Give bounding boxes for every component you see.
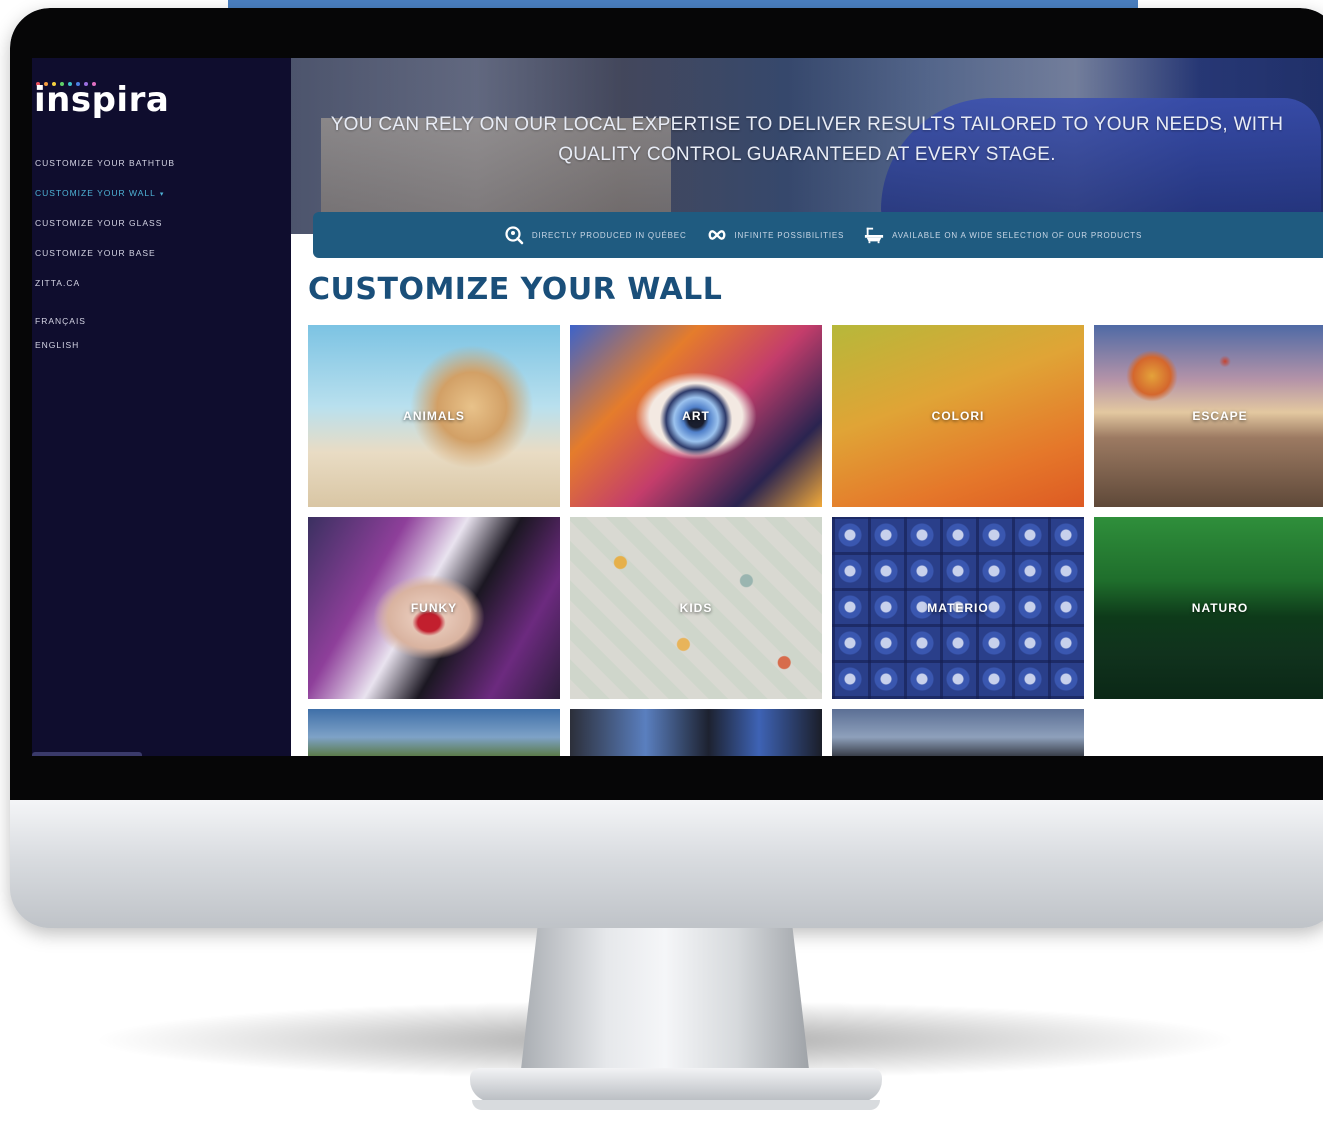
category-label: COLORI <box>931 409 985 423</box>
nav-item-glass[interactable]: CUSTOMIZE YOUR GLASS <box>35 216 275 246</box>
category-tile-funky[interactable]: FUNKY <box>308 517 560 699</box>
sidebar: inspira CUSTOMIZE YOUR BATHTUB CUSTOMIZE… <box>32 58 291 756</box>
category-tile-materio[interactable]: MATERIO <box>832 517 1084 699</box>
infinity-icon <box>707 225 727 245</box>
feature-label: AVAILABLE ON A WIDE SELECTION OF OUR PRO… <box>892 230 1143 240</box>
nav-item-zitta[interactable]: ZITTA.CA <box>35 276 275 306</box>
location-search-icon <box>504 225 524 245</box>
chevron-down-icon: ▾ <box>159 191 165 198</box>
category-label: FUNKY <box>410 601 458 615</box>
category-label: MATERIO <box>927 601 989 615</box>
category-tile-colori[interactable]: COLORI <box>832 325 1084 507</box>
category-tile-row3-1[interactable] <box>308 709 560 756</box>
category-tile-row3-2[interactable] <box>570 709 822 756</box>
category-tile-row3-3[interactable] <box>832 709 1084 756</box>
screen: inspira CUSTOMIZE YOUR BATHTUB CUSTOMIZE… <box>32 58 1323 756</box>
nav-item-bathtub[interactable]: CUSTOMIZE YOUR BATHTUB <box>35 156 275 186</box>
bathtub-icon <box>864 225 884 245</box>
feature-label: INFINITE POSSIBILITIES <box>734 230 845 240</box>
lang-francais[interactable]: FRANÇAIS <box>35 314 275 338</box>
category-label: ANIMALS <box>403 409 465 423</box>
sidebar-nav: CUSTOMIZE YOUR BATHTUB CUSTOMIZE YOUR WA… <box>35 156 275 362</box>
feature-infinite: INFINITE POSSIBILITIES <box>707 225 845 245</box>
category-label: ART <box>682 409 710 423</box>
hero-banner: YOU CAN RELY ON OUR LOCAL EXPERTISE TO D… <box>291 58 1323 234</box>
category-label: ESCAPE <box>1192 409 1248 423</box>
nav-item-wall[interactable]: CUSTOMIZE YOUR WALL ▾ <box>35 186 275 216</box>
sidebar-bottom-button[interactable] <box>32 752 142 756</box>
category-tile-animals[interactable]: ANIMALS <box>308 325 560 507</box>
category-label: KIDS <box>679 601 713 615</box>
features-bar: DIRECTLY PRODUCED IN QUÉBEC INFINITE POS… <box>313 212 1323 258</box>
top-accent-strip <box>228 0 1138 8</box>
category-tile-art[interactable]: ART <box>570 325 822 507</box>
category-tile-kids[interactable]: KIDS <box>570 517 822 699</box>
lang-english[interactable]: ENGLISH <box>35 338 275 362</box>
category-tile-naturo[interactable]: NATURO <box>1094 517 1323 699</box>
hero-tagline: YOU CAN RELY ON OUR LOCAL EXPERTISE TO D… <box>330 114 1284 165</box>
section-title: CUSTOMIZE YOUR WALL <box>308 272 723 307</box>
monitor-stand-neck <box>520 928 810 1078</box>
nav-item-wall-label: CUSTOMIZE YOUR WALL <box>35 188 156 198</box>
category-tile-escape[interactable]: ESCAPE <box>1094 325 1323 507</box>
monitor-chin <box>10 800 1323 928</box>
category-label: NATURO <box>1191 601 1249 615</box>
feature-selection: AVAILABLE ON A WIDE SELECTION OF OUR PRO… <box>864 225 1142 245</box>
mockup-frame: inspira CUSTOMIZE YOUR BATHTUB CUSTOMIZE… <box>0 0 1323 1131</box>
feature-quebec: DIRECTLY PRODUCED IN QUÉBEC <box>504 225 687 245</box>
logo[interactable]: inspira <box>34 80 169 120</box>
feature-label: DIRECTLY PRODUCED IN QUÉBEC <box>531 230 687 240</box>
monitor-stand-base <box>470 1068 882 1102</box>
monitor-stand-base-edge <box>472 1100 880 1110</box>
nav-item-base[interactable]: CUSTOMIZE YOUR BASE <box>35 246 275 276</box>
